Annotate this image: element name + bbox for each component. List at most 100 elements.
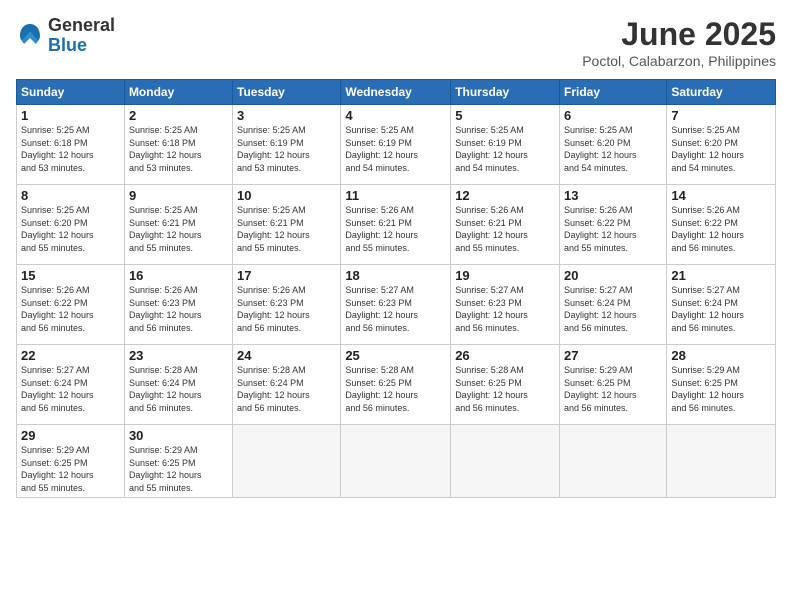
calendar-cell: 22Sunrise: 5:27 AM Sunset: 6:24 PM Dayli… xyxy=(17,345,125,425)
day-number: 6 xyxy=(564,108,662,123)
calendar-cell xyxy=(233,425,341,498)
day-info: Sunrise: 5:25 AM Sunset: 6:18 PM Dayligh… xyxy=(21,124,120,174)
day-info: Sunrise: 5:28 AM Sunset: 6:25 PM Dayligh… xyxy=(455,364,555,414)
calendar-cell: 9Sunrise: 5:25 AM Sunset: 6:21 PM Daylig… xyxy=(124,185,232,265)
day-number: 22 xyxy=(21,348,120,363)
calendar-cell: 23Sunrise: 5:28 AM Sunset: 6:24 PM Dayli… xyxy=(124,345,232,425)
day-number: 21 xyxy=(671,268,771,283)
calendar-header-wednesday: Wednesday xyxy=(341,80,451,105)
day-info: Sunrise: 5:25 AM Sunset: 6:21 PM Dayligh… xyxy=(237,204,336,254)
logo-general: General xyxy=(48,16,115,36)
day-info: Sunrise: 5:25 AM Sunset: 6:18 PM Dayligh… xyxy=(129,124,228,174)
calendar-header-tuesday: Tuesday xyxy=(233,80,341,105)
day-number: 11 xyxy=(345,188,446,203)
calendar-cell: 7Sunrise: 5:25 AM Sunset: 6:20 PM Daylig… xyxy=(667,105,776,185)
day-number: 13 xyxy=(564,188,662,203)
calendar-cell: 11Sunrise: 5:26 AM Sunset: 6:21 PM Dayli… xyxy=(341,185,451,265)
day-info: Sunrise: 5:26 AM Sunset: 6:22 PM Dayligh… xyxy=(671,204,771,254)
calendar-cell: 20Sunrise: 5:27 AM Sunset: 6:24 PM Dayli… xyxy=(560,265,667,345)
calendar-cell: 25Sunrise: 5:28 AM Sunset: 6:25 PM Dayli… xyxy=(341,345,451,425)
calendar-cell: 17Sunrise: 5:26 AM Sunset: 6:23 PM Dayli… xyxy=(233,265,341,345)
month-title: June 2025 xyxy=(582,16,776,53)
day-info: Sunrise: 5:26 AM Sunset: 6:21 PM Dayligh… xyxy=(345,204,446,254)
calendar-cell: 10Sunrise: 5:25 AM Sunset: 6:21 PM Dayli… xyxy=(233,185,341,265)
calendar-cell: 13Sunrise: 5:26 AM Sunset: 6:22 PM Dayli… xyxy=(560,185,667,265)
calendar-week-3: 15Sunrise: 5:26 AM Sunset: 6:22 PM Dayli… xyxy=(17,265,776,345)
day-number: 30 xyxy=(129,428,228,443)
day-info: Sunrise: 5:25 AM Sunset: 6:20 PM Dayligh… xyxy=(21,204,120,254)
day-info: Sunrise: 5:27 AM Sunset: 6:23 PM Dayligh… xyxy=(455,284,555,334)
day-number: 14 xyxy=(671,188,771,203)
day-info: Sunrise: 5:27 AM Sunset: 6:24 PM Dayligh… xyxy=(564,284,662,334)
calendar-cell xyxy=(667,425,776,498)
logo-icon xyxy=(16,22,44,50)
calendar-cell: 4Sunrise: 5:25 AM Sunset: 6:19 PM Daylig… xyxy=(341,105,451,185)
calendar-cell: 14Sunrise: 5:26 AM Sunset: 6:22 PM Dayli… xyxy=(667,185,776,265)
day-info: Sunrise: 5:29 AM Sunset: 6:25 PM Dayligh… xyxy=(129,444,228,494)
calendar: SundayMondayTuesdayWednesdayThursdayFrid… xyxy=(16,79,776,498)
day-number: 15 xyxy=(21,268,120,283)
day-info: Sunrise: 5:29 AM Sunset: 6:25 PM Dayligh… xyxy=(564,364,662,414)
day-number: 18 xyxy=(345,268,446,283)
day-number: 25 xyxy=(345,348,446,363)
day-number: 23 xyxy=(129,348,228,363)
day-number: 10 xyxy=(237,188,336,203)
day-number: 12 xyxy=(455,188,555,203)
title-section: June 2025 Poctol, Calabarzon, Philippine… xyxy=(582,16,776,69)
calendar-cell: 19Sunrise: 5:27 AM Sunset: 6:23 PM Dayli… xyxy=(451,265,560,345)
calendar-cell: 28Sunrise: 5:29 AM Sunset: 6:25 PM Dayli… xyxy=(667,345,776,425)
day-number: 1 xyxy=(21,108,120,123)
logo-blue: Blue xyxy=(48,36,115,56)
day-number: 27 xyxy=(564,348,662,363)
calendar-cell: 5Sunrise: 5:25 AM Sunset: 6:19 PM Daylig… xyxy=(451,105,560,185)
calendar-cell: 18Sunrise: 5:27 AM Sunset: 6:23 PM Dayli… xyxy=(341,265,451,345)
day-info: Sunrise: 5:25 AM Sunset: 6:20 PM Dayligh… xyxy=(564,124,662,174)
day-number: 8 xyxy=(21,188,120,203)
calendar-header-friday: Friday xyxy=(560,80,667,105)
calendar-cell xyxy=(341,425,451,498)
calendar-cell: 1Sunrise: 5:25 AM Sunset: 6:18 PM Daylig… xyxy=(17,105,125,185)
calendar-week-2: 8Sunrise: 5:25 AM Sunset: 6:20 PM Daylig… xyxy=(17,185,776,265)
day-number: 2 xyxy=(129,108,228,123)
header: General Blue June 2025 Poctol, Calabarzo… xyxy=(16,16,776,69)
day-info: Sunrise: 5:29 AM Sunset: 6:25 PM Dayligh… xyxy=(21,444,120,494)
day-info: Sunrise: 5:28 AM Sunset: 6:25 PM Dayligh… xyxy=(345,364,446,414)
day-number: 26 xyxy=(455,348,555,363)
calendar-cell: 8Sunrise: 5:25 AM Sunset: 6:20 PM Daylig… xyxy=(17,185,125,265)
calendar-header-thursday: Thursday xyxy=(451,80,560,105)
location: Poctol, Calabarzon, Philippines xyxy=(582,53,776,69)
calendar-cell: 29Sunrise: 5:29 AM Sunset: 6:25 PM Dayli… xyxy=(17,425,125,498)
calendar-cell: 21Sunrise: 5:27 AM Sunset: 6:24 PM Dayli… xyxy=(667,265,776,345)
day-info: Sunrise: 5:26 AM Sunset: 6:22 PM Dayligh… xyxy=(21,284,120,334)
day-info: Sunrise: 5:26 AM Sunset: 6:22 PM Dayligh… xyxy=(564,204,662,254)
day-info: Sunrise: 5:26 AM Sunset: 6:23 PM Dayligh… xyxy=(129,284,228,334)
day-number: 17 xyxy=(237,268,336,283)
day-number: 3 xyxy=(237,108,336,123)
calendar-cell: 16Sunrise: 5:26 AM Sunset: 6:23 PM Dayli… xyxy=(124,265,232,345)
calendar-cell: 12Sunrise: 5:26 AM Sunset: 6:21 PM Dayli… xyxy=(451,185,560,265)
day-info: Sunrise: 5:25 AM Sunset: 6:20 PM Dayligh… xyxy=(671,124,771,174)
day-info: Sunrise: 5:25 AM Sunset: 6:19 PM Dayligh… xyxy=(455,124,555,174)
calendar-cell: 15Sunrise: 5:26 AM Sunset: 6:22 PM Dayli… xyxy=(17,265,125,345)
calendar-cell: 27Sunrise: 5:29 AM Sunset: 6:25 PM Dayli… xyxy=(560,345,667,425)
calendar-cell: 2Sunrise: 5:25 AM Sunset: 6:18 PM Daylig… xyxy=(124,105,232,185)
calendar-header-monday: Monday xyxy=(124,80,232,105)
day-info: Sunrise: 5:28 AM Sunset: 6:24 PM Dayligh… xyxy=(237,364,336,414)
day-number: 9 xyxy=(129,188,228,203)
day-number: 5 xyxy=(455,108,555,123)
day-number: 20 xyxy=(564,268,662,283)
day-number: 4 xyxy=(345,108,446,123)
calendar-cell: 26Sunrise: 5:28 AM Sunset: 6:25 PM Dayli… xyxy=(451,345,560,425)
page: General Blue June 2025 Poctol, Calabarzo… xyxy=(0,0,792,612)
day-info: Sunrise: 5:27 AM Sunset: 6:23 PM Dayligh… xyxy=(345,284,446,334)
calendar-cell: 6Sunrise: 5:25 AM Sunset: 6:20 PM Daylig… xyxy=(560,105,667,185)
calendar-cell: 24Sunrise: 5:28 AM Sunset: 6:24 PM Dayli… xyxy=(233,345,341,425)
day-number: 28 xyxy=(671,348,771,363)
day-info: Sunrise: 5:26 AM Sunset: 6:21 PM Dayligh… xyxy=(455,204,555,254)
calendar-week-4: 22Sunrise: 5:27 AM Sunset: 6:24 PM Dayli… xyxy=(17,345,776,425)
calendar-cell: 30Sunrise: 5:29 AM Sunset: 6:25 PM Dayli… xyxy=(124,425,232,498)
calendar-cell xyxy=(451,425,560,498)
calendar-cell: 3Sunrise: 5:25 AM Sunset: 6:19 PM Daylig… xyxy=(233,105,341,185)
day-info: Sunrise: 5:27 AM Sunset: 6:24 PM Dayligh… xyxy=(671,284,771,334)
calendar-header-saturday: Saturday xyxy=(667,80,776,105)
